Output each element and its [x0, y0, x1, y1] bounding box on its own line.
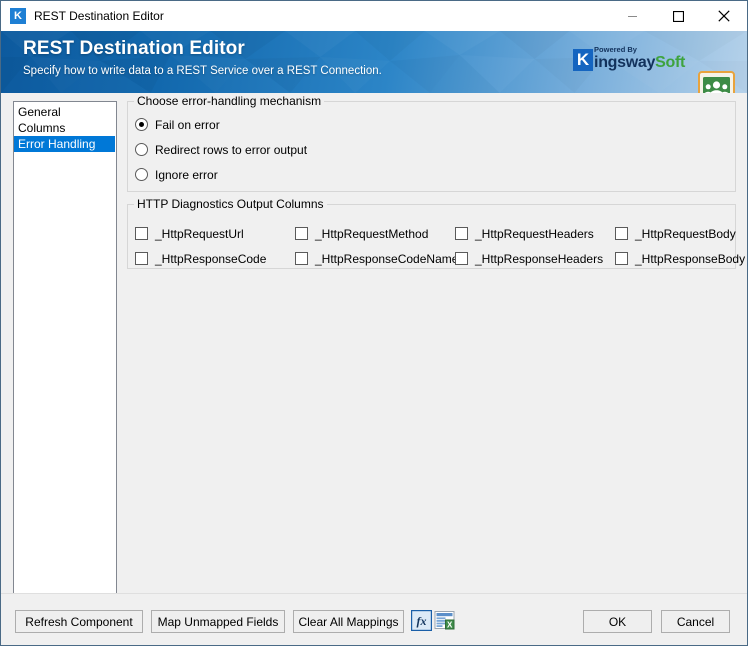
checkbox-http-request-headers-label: _HttpRequestHeaders: [475, 226, 594, 241]
maximize-button[interactable]: [655, 1, 701, 31]
radio-redirect-rows-mark: [135, 143, 148, 156]
checkbox-http-request-headers-mark: [455, 227, 468, 240]
http-diagnostics-checkbox-grid: _HttpRequestUrl _HttpRequestMethod _Http…: [135, 221, 745, 271]
checkbox-http-response-code-name-mark: [295, 252, 308, 265]
error-handling-legend: Choose error-handling mechanism: [134, 94, 325, 108]
checkbox-http-request-headers[interactable]: _HttpRequestHeaders: [455, 221, 615, 246]
close-icon: [718, 10, 730, 22]
http-diagnostics-legend: HTTP Diagnostics Output Columns: [134, 197, 327, 211]
radio-fail-on-error-label: Fail on error: [155, 117, 220, 132]
checkbox-http-response-headers[interactable]: _HttpResponseHeaders: [455, 246, 615, 271]
checkbox-http-response-headers-mark: [455, 252, 468, 265]
checkbox-http-response-code[interactable]: _HttpResponseCode: [135, 246, 295, 271]
http-diagnostics-group: HTTP Diagnostics Output Columns _HttpReq…: [127, 197, 745, 271]
page-navigation-list[interactable]: General Columns Error Handling: [13, 101, 117, 596]
checkbox-http-response-body-label: _HttpResponseBody: [635, 251, 746, 266]
checkbox-http-response-code-name-label: _HttpResponseCodeName: [315, 251, 459, 266]
radio-ignore-error-mark: [135, 168, 148, 181]
logo-soft-text: Soft: [655, 54, 685, 71]
logo-wordmark: Powered By ingswaySoft: [594, 45, 685, 72]
expression-editor-button[interactable]: fx: [410, 609, 433, 632]
banner-title: REST Destination Editor: [23, 38, 245, 59]
title-bar: K REST Destination Editor: [1, 1, 747, 31]
ok-button[interactable]: OK: [583, 610, 652, 633]
logo-k-mark: K: [573, 49, 594, 71]
google-classroom-icon: [698, 71, 735, 93]
radio-fail-on-error[interactable]: Fail on error: [135, 116, 220, 133]
radio-redirect-rows-label: Redirect rows to error output: [155, 142, 308, 157]
checkbox-http-request-method-mark: [295, 227, 308, 240]
radio-redirect-rows[interactable]: Redirect rows to error output: [135, 141, 307, 158]
app-icon: K: [10, 7, 26, 24]
header-banner: REST Destination Editor Specify how to w…: [1, 31, 747, 93]
window-title: REST Destination Editor: [34, 8, 164, 23]
close-button[interactable]: [701, 1, 747, 31]
cancel-button[interactable]: Cancel: [661, 610, 730, 633]
refresh-component-button[interactable]: Refresh Component: [15, 610, 143, 633]
svg-text:fx: fx: [417, 614, 427, 628]
dialog-body: General Columns Error Handling Choose er…: [1, 94, 747, 596]
minimize-button[interactable]: [609, 1, 655, 31]
checkbox-http-request-body-label: _HttpRequestBody: [635, 226, 736, 241]
checkbox-http-response-body-mark: [615, 252, 628, 265]
checkbox-http-request-body-mark: [615, 227, 628, 240]
clear-all-mappings-button[interactable]: Clear All Mappings: [293, 610, 404, 633]
checkbox-http-response-code-label: _HttpResponseCode: [155, 251, 267, 266]
checkbox-http-request-method[interactable]: _HttpRequestMethod: [295, 221, 455, 246]
kingswaysoft-logo: K Powered By ingswaySoft: [573, 45, 685, 72]
checkbox-http-response-code-name[interactable]: _HttpResponseCodeName: [295, 246, 459, 271]
dialog-footer: Refresh Component Map Unmapped Fields Cl…: [1, 593, 747, 645]
sidebar-item-error-handling[interactable]: Error Handling: [14, 136, 115, 152]
minimize-icon: [627, 15, 637, 17]
radio-ignore-error-label: Ignore error: [155, 167, 218, 182]
checkbox-http-response-headers-label: _HttpResponseHeaders: [475, 251, 604, 266]
export-to-excel-button[interactable]: X: [434, 610, 455, 631]
checkbox-http-request-url[interactable]: _HttpRequestUrl: [135, 221, 295, 246]
svg-text:X: X: [447, 620, 453, 629]
error-handling-group: Choose error-handling mechanism Fail on …: [127, 94, 736, 192]
checkbox-http-response-body[interactable]: _HttpResponseBody: [615, 246, 745, 271]
banner-subtitle: Specify how to write data to a REST Serv…: [23, 65, 382, 77]
sidebar-item-general[interactable]: General: [14, 104, 116, 120]
radio-fail-on-error-mark: [135, 118, 148, 131]
banner-text-block: REST Destination Editor Specify how to w…: [23, 37, 382, 79]
maximize-icon: [672, 10, 684, 22]
sidebar-item-columns[interactable]: Columns: [14, 120, 116, 136]
checkbox-http-request-body[interactable]: _HttpRequestBody: [615, 221, 736, 246]
logo-kingsway-text: ingsway: [594, 54, 656, 71]
rest-destination-editor-window: K REST Destination Editor REST Destinati…: [0, 0, 748, 646]
checkbox-http-response-code-mark: [135, 252, 148, 265]
export-to-excel-icon: X: [434, 611, 455, 630]
map-unmapped-fields-button[interactable]: Map Unmapped Fields: [151, 610, 285, 633]
checkbox-http-request-url-label: _HttpRequestUrl: [155, 226, 244, 241]
window-controls: [609, 1, 747, 31]
checkbox-http-request-url-mark: [135, 227, 148, 240]
logo-powered-by: Powered By: [594, 45, 637, 54]
radio-ignore-error[interactable]: Ignore error: [135, 166, 218, 183]
checkbox-http-request-method-label: _HttpRequestMethod: [315, 226, 429, 241]
expression-editor-icon: fx: [410, 609, 433, 632]
